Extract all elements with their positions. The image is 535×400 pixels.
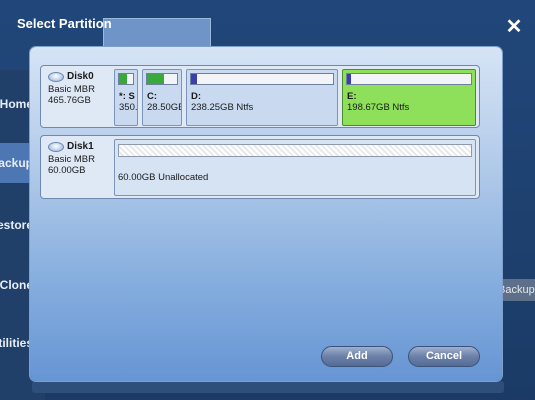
partition-usage-fill [147, 74, 164, 84]
background-bottom-bar [32, 381, 504, 393]
partition-size: 238.25GB Ntfs [191, 102, 254, 113]
partition-usage-fill [347, 74, 351, 84]
partition-label: *: S [119, 91, 135, 102]
partition-usage-bar [346, 73, 472, 85]
unallocated-label: 60.00GB Unallocated [118, 172, 209, 183]
unallocated-bar [118, 144, 472, 157]
partition-label: C: [147, 91, 158, 102]
background-thumbnail [103, 18, 211, 50]
close-icon[interactable]: ✕ [504, 17, 524, 37]
partition-e[interactable]: E: 198.67GB Ntfs [342, 69, 476, 126]
disk-size: 465.76GB [48, 95, 91, 106]
disk-info: Disk0 Basic MBR 465.76GB [41, 66, 111, 127]
partition-size: 350. [119, 102, 138, 113]
disk-size: 60.00GB [48, 165, 86, 176]
select-partition-dialog: Disk0 Basic MBR 465.76GB *: S 350. C: 28… [30, 47, 502, 381]
partition-usage-fill [119, 74, 128, 84]
dialog-title: Select Partition [17, 16, 112, 31]
partition-label: E: [347, 91, 357, 102]
partition-system[interactable]: *: S 350. [114, 69, 138, 126]
disk-row-disk1: Disk1 Basic MBR 60.00GB 60.00GB Unalloca… [40, 135, 480, 199]
partition-usage-bar [118, 73, 134, 85]
partition-usage-bar [190, 73, 334, 85]
disk-type: Basic MBR [48, 154, 95, 165]
partition-usage-fill [191, 74, 197, 84]
partition-size: 198.67GB Ntfs [347, 102, 410, 113]
disk-icon [48, 141, 64, 152]
disk-type: Basic MBR [48, 84, 95, 95]
disk-name: Disk0 [67, 71, 94, 82]
disk-name: Disk1 [67, 141, 94, 152]
disk-row-disk0: Disk0 Basic MBR 465.76GB *: S 350. C: 28… [40, 65, 480, 128]
add-button[interactable]: Add [321, 346, 393, 367]
partition-label: D: [191, 91, 202, 102]
partition-unallocated[interactable]: 60.00GB Unallocated [114, 139, 476, 196]
cancel-button[interactable]: Cancel [408, 346, 480, 367]
partition-usage-bar [146, 73, 178, 85]
disk-info: Disk1 Basic MBR 60.00GB [41, 136, 111, 198]
partition-d[interactable]: D: 238.25GB Ntfs [186, 69, 338, 126]
disk-icon [48, 71, 64, 82]
partition-c[interactable]: C: 28.50GB [142, 69, 182, 126]
partition-size: 28.50GB [147, 102, 182, 113]
